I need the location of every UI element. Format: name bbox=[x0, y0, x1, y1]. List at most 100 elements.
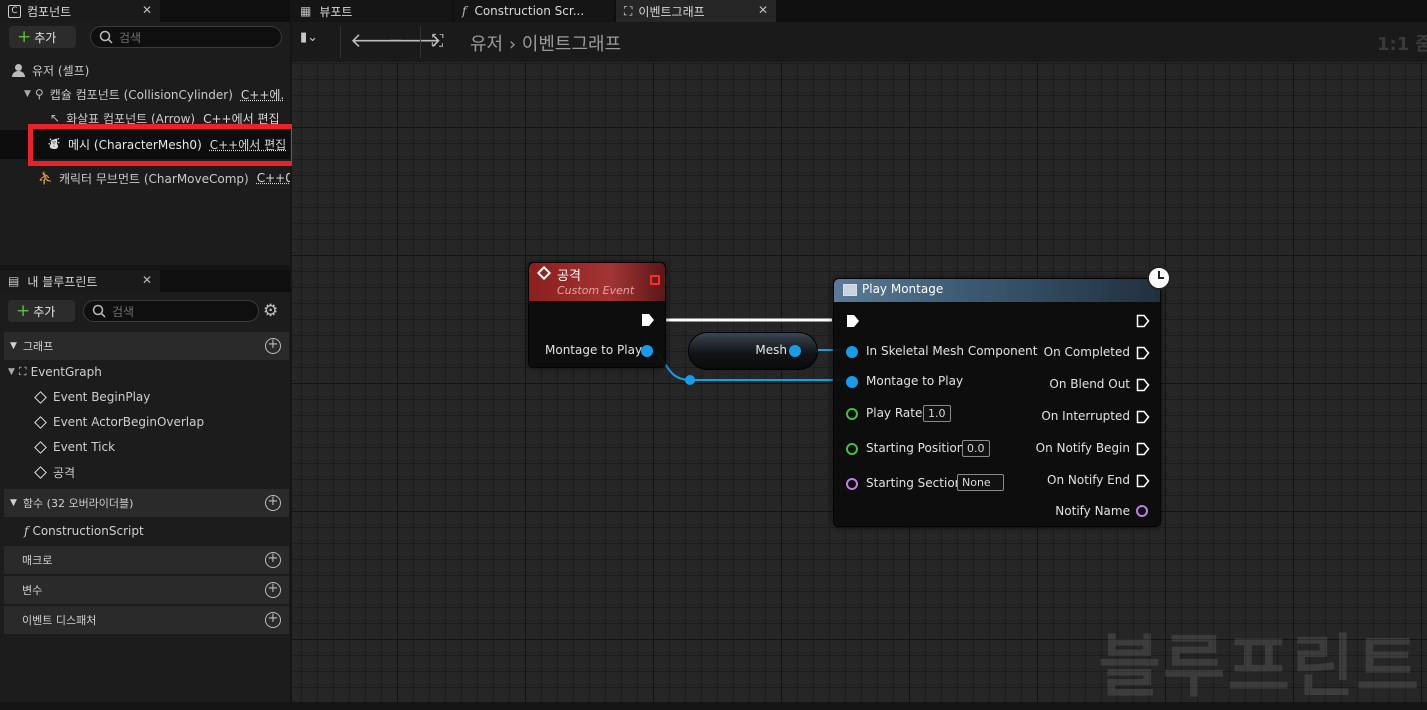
add-dispatcher-icon[interactable]: + bbox=[265, 612, 281, 628]
play-rate-field[interactable]: 1.0 bbox=[923, 405, 951, 422]
on-notify-end-pin[interactable] bbox=[1136, 474, 1150, 488]
capsule-icon: ⚲ bbox=[34, 87, 44, 101]
add-macro-icon[interactable]: + bbox=[265, 552, 281, 568]
components-search-placeholder: 검색 bbox=[119, 30, 142, 45]
breadcrumb-root[interactable]: 유저 bbox=[470, 34, 503, 55]
components-search-input[interactable]: 검색 bbox=[90, 26, 282, 48]
exec-out-pin[interactable] bbox=[641, 313, 655, 327]
tab-construction-label: Construction Scr... bbox=[474, 4, 585, 18]
montage-output-pin[interactable] bbox=[641, 345, 653, 357]
section-macros[interactable]: 매크로 + bbox=[4, 546, 289, 574]
tab-my-blueprint[interactable]: ▤ 내 블루프린트 ✕ bbox=[0, 270, 160, 292]
play-rate-label: Play Rate bbox=[866, 406, 923, 420]
event-item-label: Event BeginPlay bbox=[53, 390, 151, 404]
close-icon[interactable]: ✕ bbox=[142, 3, 152, 17]
graph-toolbar bbox=[292, 22, 1427, 62]
exec-in-pin[interactable] bbox=[846, 314, 860, 328]
tab-construction-script[interactable]: f Construction Scr... bbox=[454, 0, 614, 22]
start-section-pin[interactable] bbox=[846, 478, 858, 490]
edit-in-cpp-link[interactable]: C++에서 편집 bbox=[210, 136, 286, 153]
event-item[interactable]: Event BeginPlay bbox=[34, 386, 150, 408]
on-blend-out-pin[interactable] bbox=[1136, 378, 1150, 392]
event-item[interactable]: 공격 bbox=[34, 461, 75, 483]
collapse-arrow-icon: ▼ bbox=[10, 341, 17, 351]
montage-input-pin[interactable] bbox=[846, 376, 858, 388]
mesh-output-pin[interactable] bbox=[789, 345, 801, 357]
zoom-label: 1:1 줌 bbox=[1377, 34, 1427, 55]
components-tab-icon: C bbox=[8, 4, 21, 18]
custom-event-node[interactable]: 공격 Custom Event Montage to Play bbox=[528, 262, 666, 368]
mesh-variable-node[interactable]: Mesh bbox=[688, 332, 818, 370]
graph-icon: ⛶ bbox=[18, 365, 27, 378]
plus-icon: + bbox=[17, 26, 32, 47]
function-icon: f bbox=[24, 524, 29, 538]
on-interrupted-pin[interactable] bbox=[1136, 410, 1150, 424]
tree-item-self[interactable]: 유저 (셀프) bbox=[12, 59, 89, 81]
add-function-icon[interactable]: + bbox=[265, 495, 281, 511]
graph-icon: ⛶ bbox=[624, 3, 633, 18]
person-icon bbox=[12, 63, 25, 77]
function-item[interactable]: f ConstructionScript bbox=[24, 520, 144, 542]
my-blueprint-search-input[interactable]: 검색 bbox=[83, 300, 259, 322]
on-completed-label: On Completed bbox=[1043, 345, 1130, 359]
function-icon bbox=[843, 284, 857, 296]
section-variables[interactable]: 변수 + bbox=[4, 576, 289, 604]
delegate-pin[interactable] bbox=[650, 275, 660, 285]
breadcrumb-current: 이벤트그래프 bbox=[521, 34, 622, 55]
section-functions[interactable]: ▼ 함수 (32 오버라이더블) + bbox=[4, 489, 289, 517]
close-icon[interactable]: ✕ bbox=[758, 3, 768, 17]
watermark: 블루프린트 bbox=[1098, 628, 1421, 707]
section-variables-label: 변수 bbox=[22, 584, 43, 597]
add-variable-icon[interactable]: + bbox=[265, 582, 281, 598]
exec-out-pin[interactable] bbox=[1136, 314, 1150, 328]
tree-item-mesh[interactable]: ⛇ 메시 (CharacterMesh0) C++에서 편집 bbox=[48, 133, 286, 155]
tab-event-graph[interactable]: ⛶ 이벤트그래프 ✕ bbox=[616, 0, 776, 22]
play-rate-pin[interactable] bbox=[846, 408, 858, 420]
tab-components[interactable]: C 컴포넌트 ✕ bbox=[0, 0, 160, 22]
edit-in-cpp-link[interactable]: C++0 bbox=[257, 171, 290, 185]
gear-icon[interactable]: ⚙ bbox=[263, 301, 278, 321]
tree-item-capsule[interactable]: ▼ ⚲ 캡슐 컴포넌트 (CollisionCylinder) C++에. bbox=[24, 83, 284, 105]
plus-icon: + bbox=[16, 300, 31, 321]
skeletal-mesh-pin[interactable] bbox=[846, 346, 858, 358]
event-icon bbox=[34, 415, 47, 429]
skeletal-mesh-label: In Skeletal Mesh Component bbox=[866, 344, 1038, 358]
expand-arrow-icon: ▼ bbox=[24, 89, 31, 99]
tab-viewport-label: 뷰포트 bbox=[319, 4, 353, 19]
custom-event-subtitle: Custom Event bbox=[557, 284, 635, 297]
search-icon bbox=[92, 304, 106, 318]
graph-icon: ⛶ bbox=[432, 31, 444, 50]
event-graph-item[interactable]: ▼ ⛶ EventGraph bbox=[8, 361, 102, 383]
edit-in-cpp-link[interactable]: C++에. bbox=[241, 86, 284, 103]
event-item-label: Event ActorBeginOverlap bbox=[53, 415, 205, 429]
event-item[interactable]: Event ActorBeginOverlap bbox=[34, 411, 204, 433]
add-graph-icon[interactable]: + bbox=[265, 338, 281, 354]
add-blueprint-item-button[interactable]: + 추가 bbox=[8, 300, 75, 322]
play-montage-node[interactable]: Play Montage In Skeletal Mesh Component … bbox=[833, 278, 1161, 527]
section-graphs[interactable]: ▼ 그래프 + bbox=[4, 332, 289, 360]
start-position-field[interactable]: 0.0 bbox=[962, 440, 990, 457]
on-completed-pin[interactable] bbox=[1136, 346, 1150, 360]
my-blueprint-tab-label: 내 블루프린트 bbox=[27, 274, 98, 289]
close-icon[interactable]: ✕ bbox=[142, 273, 152, 287]
section-dispatchers[interactable]: 이벤트 디스패처 + bbox=[4, 606, 289, 634]
tab-viewport[interactable]: ▦ 뷰포트 bbox=[292, 0, 452, 22]
bookmark-icon[interactable]: ▮⌄ bbox=[300, 30, 318, 45]
start-position-pin[interactable] bbox=[846, 443, 858, 455]
notify-name-pin[interactable] bbox=[1136, 505, 1148, 517]
event-item-label: Event Tick bbox=[53, 440, 116, 454]
montage-input-label: Montage to Play bbox=[866, 374, 964, 388]
on-notify-end-label: On Notify End bbox=[1047, 473, 1130, 487]
event-item[interactable]: Event Tick bbox=[34, 436, 115, 458]
viewport-icon: ▦ bbox=[300, 4, 312, 18]
section-dispatchers-label: 이벤트 디스패처 bbox=[22, 614, 97, 627]
start-section-label: Starting Section bbox=[866, 476, 963, 490]
tree-item-charmove[interactable]: ⛹ 캐릭터 무브먼트 (CharMoveComp) C++0 bbox=[38, 167, 290, 189]
start-section-field[interactable]: None bbox=[957, 474, 1004, 491]
skeletal-mesh-icon: ⛇ bbox=[48, 136, 61, 151]
add-component-button[interactable]: + 추가 bbox=[9, 26, 76, 48]
montage-output-label: Montage to Play bbox=[545, 343, 643, 357]
on-notify-begin-pin[interactable] bbox=[1136, 442, 1150, 456]
my-blueprint-search-placeholder: 검색 bbox=[112, 304, 135, 319]
chevron-right-icon: › bbox=[508, 34, 517, 55]
